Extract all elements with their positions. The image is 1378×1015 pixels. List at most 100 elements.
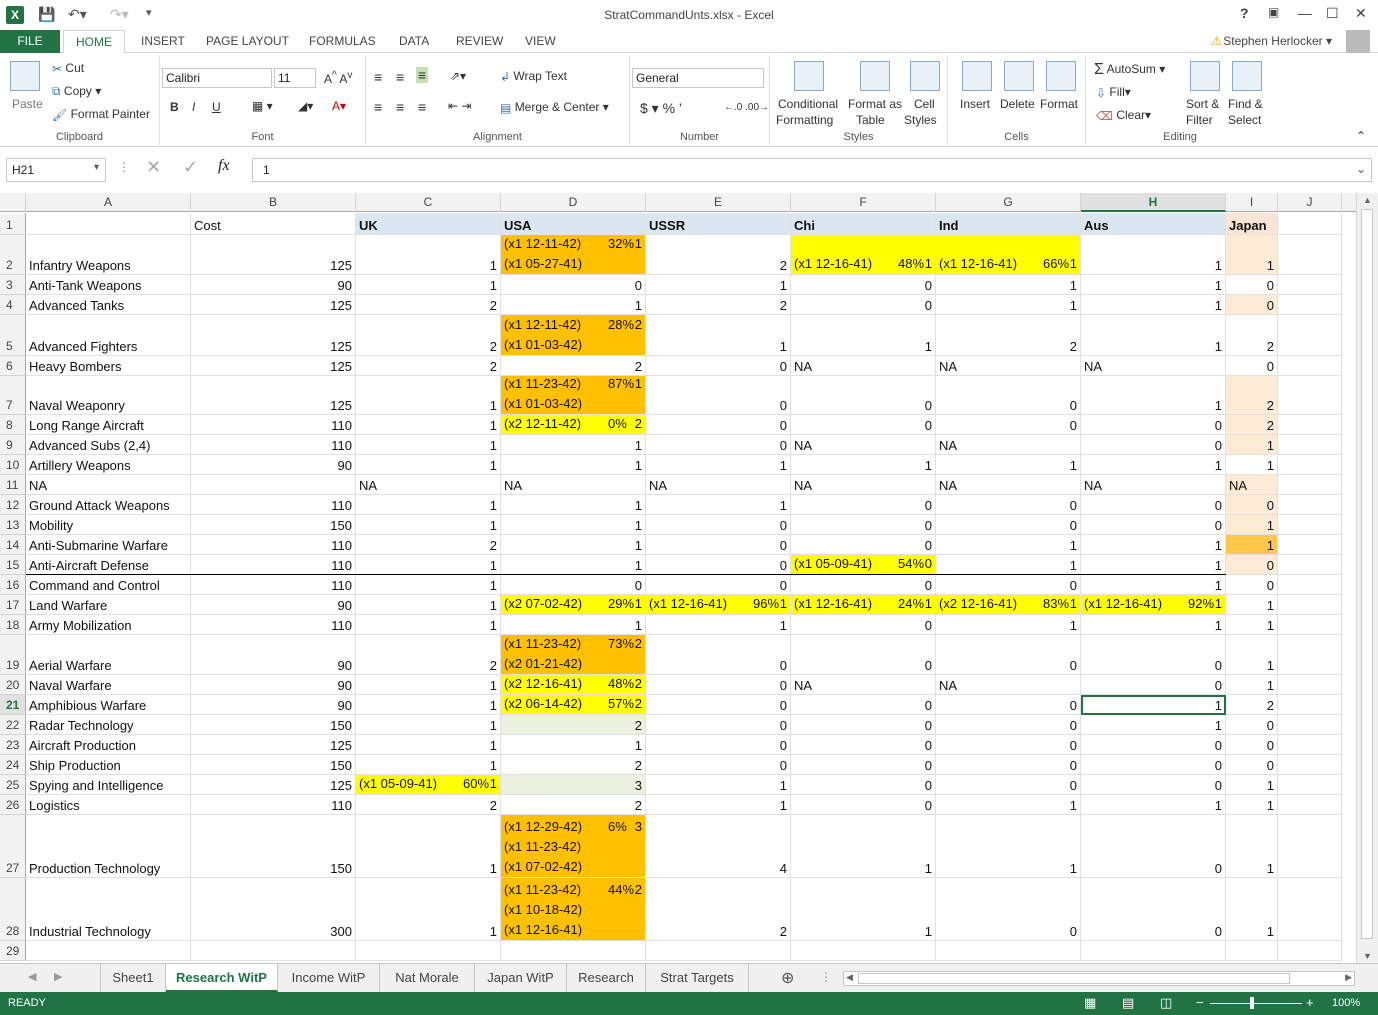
insert-function-icon[interactable]: fx xyxy=(218,157,230,175)
cell-e12[interactable]: 1 xyxy=(646,495,791,515)
spreadsheet-grid[interactable]: ABCDEFGHIJ 1 Cost UK USA USSR Chi Ind Aus Japan 2… xyxy=(0,193,1356,963)
user-name[interactable]: Stephen Herlocker ▾ xyxy=(1223,34,1332,48)
cell-j16[interactable] xyxy=(1278,575,1342,595)
cell-f8[interactable]: 0 xyxy=(791,415,936,435)
cell-a8[interactable]: Long Range Aircraft xyxy=(26,415,191,435)
cell-d26[interactable]: 2 xyxy=(501,795,646,815)
close-icon[interactable]: ✕ xyxy=(1355,5,1367,22)
autosum-button[interactable]: Σ AutoSum ▾ xyxy=(1094,61,1165,79)
cell-c11[interactable]: NA xyxy=(356,475,501,495)
cell-a11[interactable]: NA xyxy=(26,475,191,495)
cell-e22[interactable]: 0 xyxy=(646,715,791,735)
cell-a2[interactable]: Infantry Weapons xyxy=(26,235,191,275)
column-header-f[interactable]: F xyxy=(791,193,936,212)
cell-g10[interactable]: 1 xyxy=(936,455,1081,475)
enter-icon[interactable]: ✓ xyxy=(183,157,198,178)
cell-i4[interactable]: 0 xyxy=(1226,295,1278,315)
cell-a27[interactable]: Production Technology xyxy=(26,815,191,878)
cell-f6[interactable]: NA xyxy=(791,356,936,376)
column-header-c[interactable]: C xyxy=(356,193,501,212)
cell-i28[interactable]: 1 xyxy=(1226,878,1278,941)
cell-c22[interactable]: 1 xyxy=(356,715,501,735)
row-header[interactable]: 5 xyxy=(0,315,26,356)
tab-data[interactable]: DATA xyxy=(399,30,429,53)
cell-a15[interactable]: Anti-Aircraft Defense xyxy=(26,555,191,575)
cell-i26[interactable]: 1 xyxy=(1226,795,1278,815)
cell-d15[interactable]: 1 xyxy=(501,555,646,575)
cell-d24[interactable]: 2 xyxy=(501,755,646,775)
cell-h15[interactable]: 1 xyxy=(1081,555,1226,575)
column-header-b[interactable]: B xyxy=(191,193,356,212)
column-header-a[interactable]: A xyxy=(26,193,191,212)
cell-d25[interactable]: 3 xyxy=(501,775,646,795)
cell-i29[interactable] xyxy=(1226,941,1278,961)
sheet-tab-income-witp[interactable]: Income WitP xyxy=(278,964,380,992)
sheet-tab-research[interactable]: Research xyxy=(567,964,646,992)
cell-g15[interactable]: 1 xyxy=(936,555,1081,575)
cell-h22[interactable]: 1 xyxy=(1081,715,1226,735)
format-cells-icon[interactable] xyxy=(1046,61,1076,91)
cell-i14[interactable]: 1 xyxy=(1226,535,1278,555)
cell-h18[interactable]: 1 xyxy=(1081,615,1226,635)
cell-i17[interactable]: 1 xyxy=(1226,595,1278,615)
cell-j9[interactable] xyxy=(1278,435,1342,455)
cell-j27[interactable] xyxy=(1278,815,1342,878)
cell-c28[interactable]: 1 xyxy=(356,878,501,941)
cell-i7[interactable]: 2 xyxy=(1226,376,1278,415)
insert-cells-icon[interactable] xyxy=(962,61,992,91)
cell-b28[interactable]: 300 xyxy=(191,878,356,941)
delete-cells-button[interactable]: Delete xyxy=(1000,97,1035,111)
cell-c1[interactable]: UK xyxy=(356,213,501,235)
cell-j22[interactable] xyxy=(1278,715,1342,735)
cell-e4[interactable]: 2 xyxy=(646,295,791,315)
sort-filter-label1[interactable]: Sort & xyxy=(1186,97,1219,111)
row-header[interactable]: 17 xyxy=(0,595,26,615)
cell-d3[interactable]: 0 xyxy=(501,275,646,295)
format-as-table-icon[interactable] xyxy=(860,61,890,91)
cell-j4[interactable] xyxy=(1278,295,1342,315)
select-all-corner[interactable] xyxy=(0,193,26,212)
fill-color-icon[interactable]: ◢▾ xyxy=(298,99,313,113)
prev-sheet-icon[interactable]: ◀ xyxy=(28,970,36,983)
cell-j25[interactable] xyxy=(1278,775,1342,795)
collapse-ribbon-icon[interactable]: ⌃ xyxy=(1356,129,1366,143)
row-header[interactable]: 11 xyxy=(0,475,26,495)
cancel-icon[interactable]: ✕ xyxy=(146,157,161,178)
cell-h16[interactable]: 1 xyxy=(1081,575,1226,595)
cell-d4[interactable]: 1 xyxy=(501,295,646,315)
row-header[interactable]: 6 xyxy=(0,356,26,376)
cell-f27[interactable]: 1 xyxy=(791,815,936,878)
cell-j21[interactable] xyxy=(1278,695,1342,715)
cell-h19[interactable]: 0 xyxy=(1081,635,1226,675)
cell-g2[interactable]: (x1 12-16-41) 66% 1 xyxy=(936,235,1081,275)
column-header-i[interactable]: I xyxy=(1226,193,1278,212)
cell-g1[interactable]: Ind xyxy=(936,213,1081,235)
column-header-h[interactable]: H xyxy=(1081,193,1226,212)
help-icon[interactable]: ? xyxy=(1240,5,1249,21)
row-header[interactable]: 26 xyxy=(0,795,26,815)
sheet-tab-strat-targets[interactable]: Strat Targets xyxy=(646,964,749,992)
find-select-label2[interactable]: Select xyxy=(1228,113,1261,127)
sheet-tab-japan-witp[interactable]: Japan WitP xyxy=(475,964,567,992)
cell-h13[interactable]: 0 xyxy=(1081,515,1226,535)
cell-f23[interactable]: 0 xyxy=(791,735,936,755)
cell-j2[interactable] xyxy=(1278,235,1342,275)
cell-h10[interactable]: 1 xyxy=(1081,455,1226,475)
align-center-icon[interactable]: ≡ xyxy=(396,99,404,115)
cell-h24[interactable]: 0 xyxy=(1081,755,1226,775)
cell-f26[interactable]: 0 xyxy=(791,795,936,815)
cell-c8[interactable]: 1 xyxy=(356,415,501,435)
avatar[interactable] xyxy=(1346,30,1370,53)
cell-a16[interactable]: Command and Control xyxy=(26,575,191,595)
cell-a7[interactable]: Naval Weaponry xyxy=(26,376,191,415)
cell-g26[interactable]: 1 xyxy=(936,795,1081,815)
cell-d22[interactable]: 2 xyxy=(501,715,646,735)
scroll-down-icon[interactable]: ▼ xyxy=(1363,951,1372,961)
cell-i16[interactable]: 0 xyxy=(1226,575,1278,595)
row-header[interactable]: 21 xyxy=(0,695,26,715)
cell-j24[interactable] xyxy=(1278,755,1342,775)
cell-a17[interactable]: Land Warfare xyxy=(26,595,191,615)
cell-f18[interactable]: 0 xyxy=(791,615,936,635)
cell-f28[interactable]: 1 xyxy=(791,878,936,941)
horizontal-scroll-thumb[interactable] xyxy=(858,973,1290,984)
